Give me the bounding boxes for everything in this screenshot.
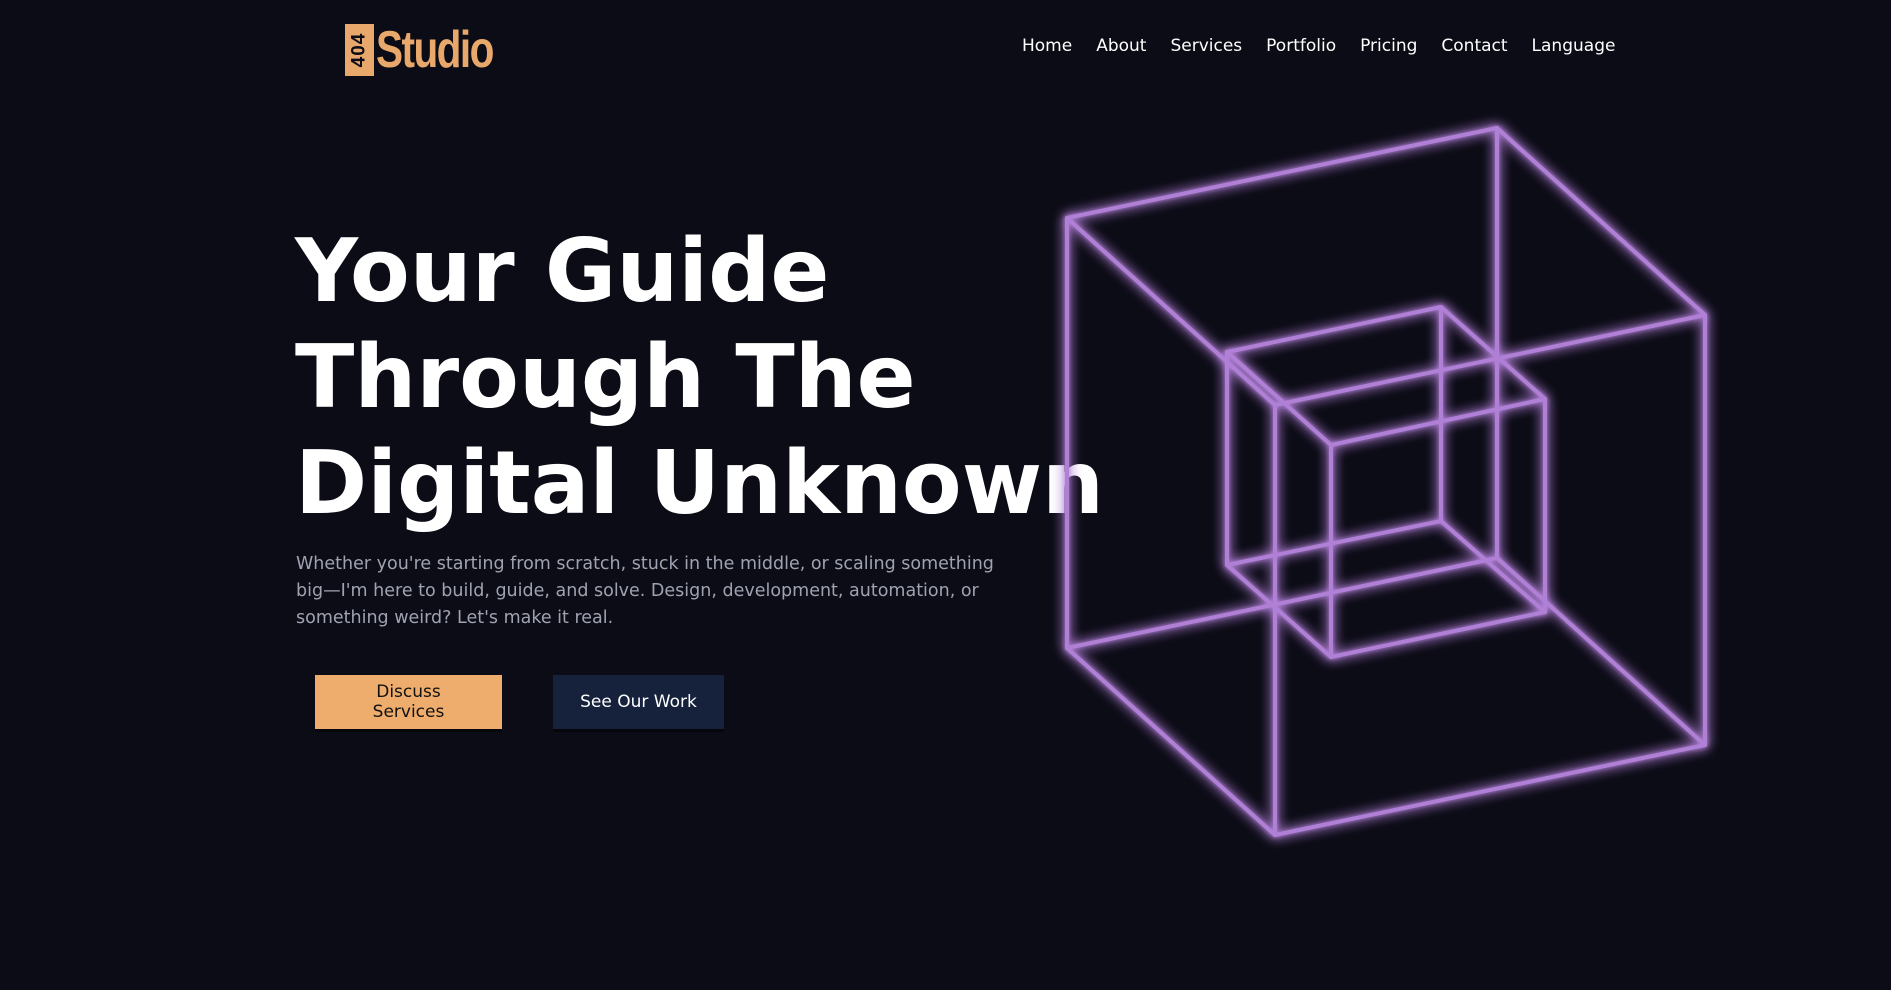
nav-item-contact[interactable]: Contact bbox=[1429, 30, 1519, 62]
logo-badge-text: 404 bbox=[348, 32, 370, 68]
nav-item-language[interactable]: Language bbox=[1520, 30, 1628, 62]
discuss-services-button[interactable]: Discuss Services bbox=[315, 675, 502, 729]
nav-item-portfolio[interactable]: Portfolio bbox=[1254, 30, 1348, 62]
nav-item-services[interactable]: Services bbox=[1158, 30, 1254, 62]
main-nav: Home About Services Portfolio Pricing Co… bbox=[1010, 30, 1627, 62]
hero-title-line-2: Through The bbox=[295, 326, 916, 428]
nav-item-home[interactable]: Home bbox=[1010, 30, 1084, 62]
logo[interactable]: 404 Studio bbox=[345, 22, 526, 78]
logo-badge: 404 bbox=[345, 24, 374, 76]
hero-title-line-1: Your Guide bbox=[295, 220, 830, 322]
logo-wordmark: Studio bbox=[376, 21, 494, 79]
hero-subtitle: Whether you're starting from scratch, st… bbox=[296, 554, 994, 628]
nav-item-pricing[interactable]: Pricing bbox=[1348, 30, 1429, 62]
nav-item-about[interactable]: About bbox=[1084, 30, 1158, 62]
hero-title-line-3: Digital Unknown bbox=[295, 432, 1104, 534]
see-our-work-button[interactable]: See Our Work bbox=[553, 675, 724, 729]
hero-title: Your Guide Through The Digital Unknown bbox=[295, 218, 1104, 536]
